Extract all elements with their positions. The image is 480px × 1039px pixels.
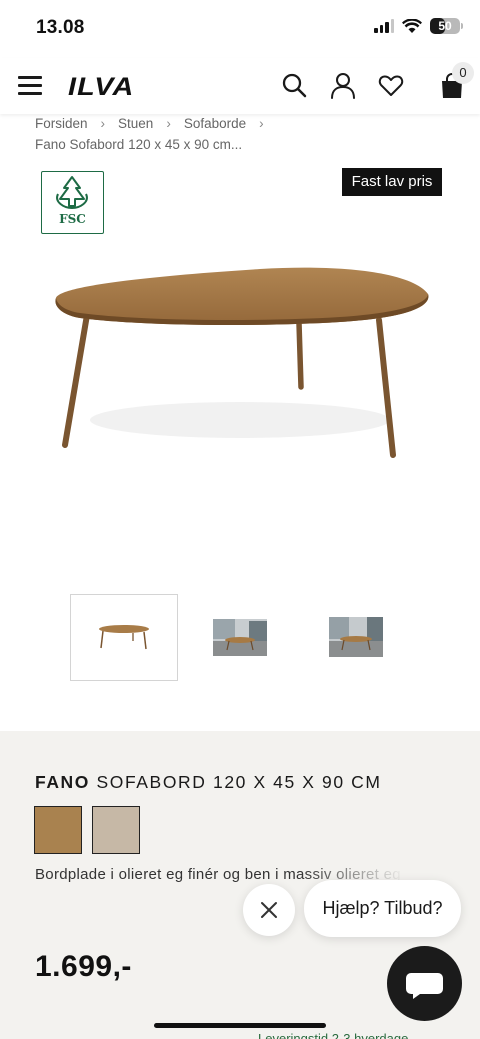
hamburger-menu-icon[interactable] bbox=[18, 76, 42, 96]
color-swatch-oak[interactable] bbox=[34, 806, 82, 854]
fsc-certification-logo: FSC bbox=[41, 171, 104, 234]
search-icon[interactable] bbox=[281, 72, 307, 100]
wifi-icon bbox=[402, 18, 422, 33]
cart-count-badge: 0 bbox=[452, 62, 474, 84]
product-title: FANO SOFABORD 120 X 45 X 90 CM bbox=[35, 772, 382, 793]
product-title-name: SOFABORD 120 X 45 X 90 CM bbox=[90, 772, 382, 792]
fsc-label: FSC bbox=[59, 212, 86, 226]
chat-launcher-button[interactable] bbox=[387, 946, 462, 1021]
status-time: 13.08 bbox=[36, 17, 85, 38]
breadcrumb-current: Fano Sofabord 120 x 45 x 90 cm... bbox=[35, 137, 243, 152]
cellular-signal-icon bbox=[374, 19, 394, 33]
color-swatch-light[interactable] bbox=[92, 806, 140, 854]
product-thumbnail-2[interactable] bbox=[213, 619, 267, 656]
product-title-brand: FANO bbox=[35, 772, 91, 792]
site-header: ILVA 0 bbox=[0, 58, 480, 114]
price-badge: Fast lav pris bbox=[342, 168, 442, 196]
chat-prompt-bubble[interactable]: Hjælp? Tilbud? bbox=[304, 880, 461, 937]
breadcrumb-link-stuen[interactable]: Stuen bbox=[118, 113, 153, 134]
delivery-time-text: Leveringstid 2-3 hverdage bbox=[258, 1031, 409, 1039]
product-main-image[interactable] bbox=[40, 250, 440, 480]
chat-bubble-icon bbox=[406, 973, 443, 999]
battery-percent: 50 bbox=[438, 19, 452, 33]
status-bar: 13.08 50 bbox=[0, 0, 480, 58]
breadcrumb: Forsiden › Stuen › Sofaborde › Fano Sofa… bbox=[35, 113, 277, 155]
product-thumbnail-1[interactable] bbox=[70, 594, 178, 681]
chat-dismiss-button[interactable] bbox=[243, 884, 295, 936]
fsc-tree-icon bbox=[56, 176, 88, 210]
ilva-logo[interactable]: ILVA bbox=[68, 73, 134, 102]
breadcrumb-link-home[interactable]: Forsiden bbox=[35, 113, 88, 134]
battery-icon: 50 bbox=[430, 18, 463, 34]
breadcrumb-link-sofaborde[interactable]: Sofaborde bbox=[184, 113, 246, 134]
breadcrumb-separator: › bbox=[100, 116, 106, 131]
product-price: 1.699,- bbox=[35, 950, 132, 983]
breadcrumb-separator: › bbox=[166, 116, 171, 131]
breadcrumb-separator: › bbox=[259, 116, 264, 131]
close-icon bbox=[261, 902, 277, 918]
account-icon[interactable] bbox=[330, 72, 356, 100]
wishlist-heart-icon[interactable] bbox=[378, 72, 404, 100]
status-icons: 50 bbox=[374, 18, 463, 34]
product-thumbnail-3[interactable] bbox=[329, 617, 383, 657]
home-indicator bbox=[154, 1023, 326, 1028]
